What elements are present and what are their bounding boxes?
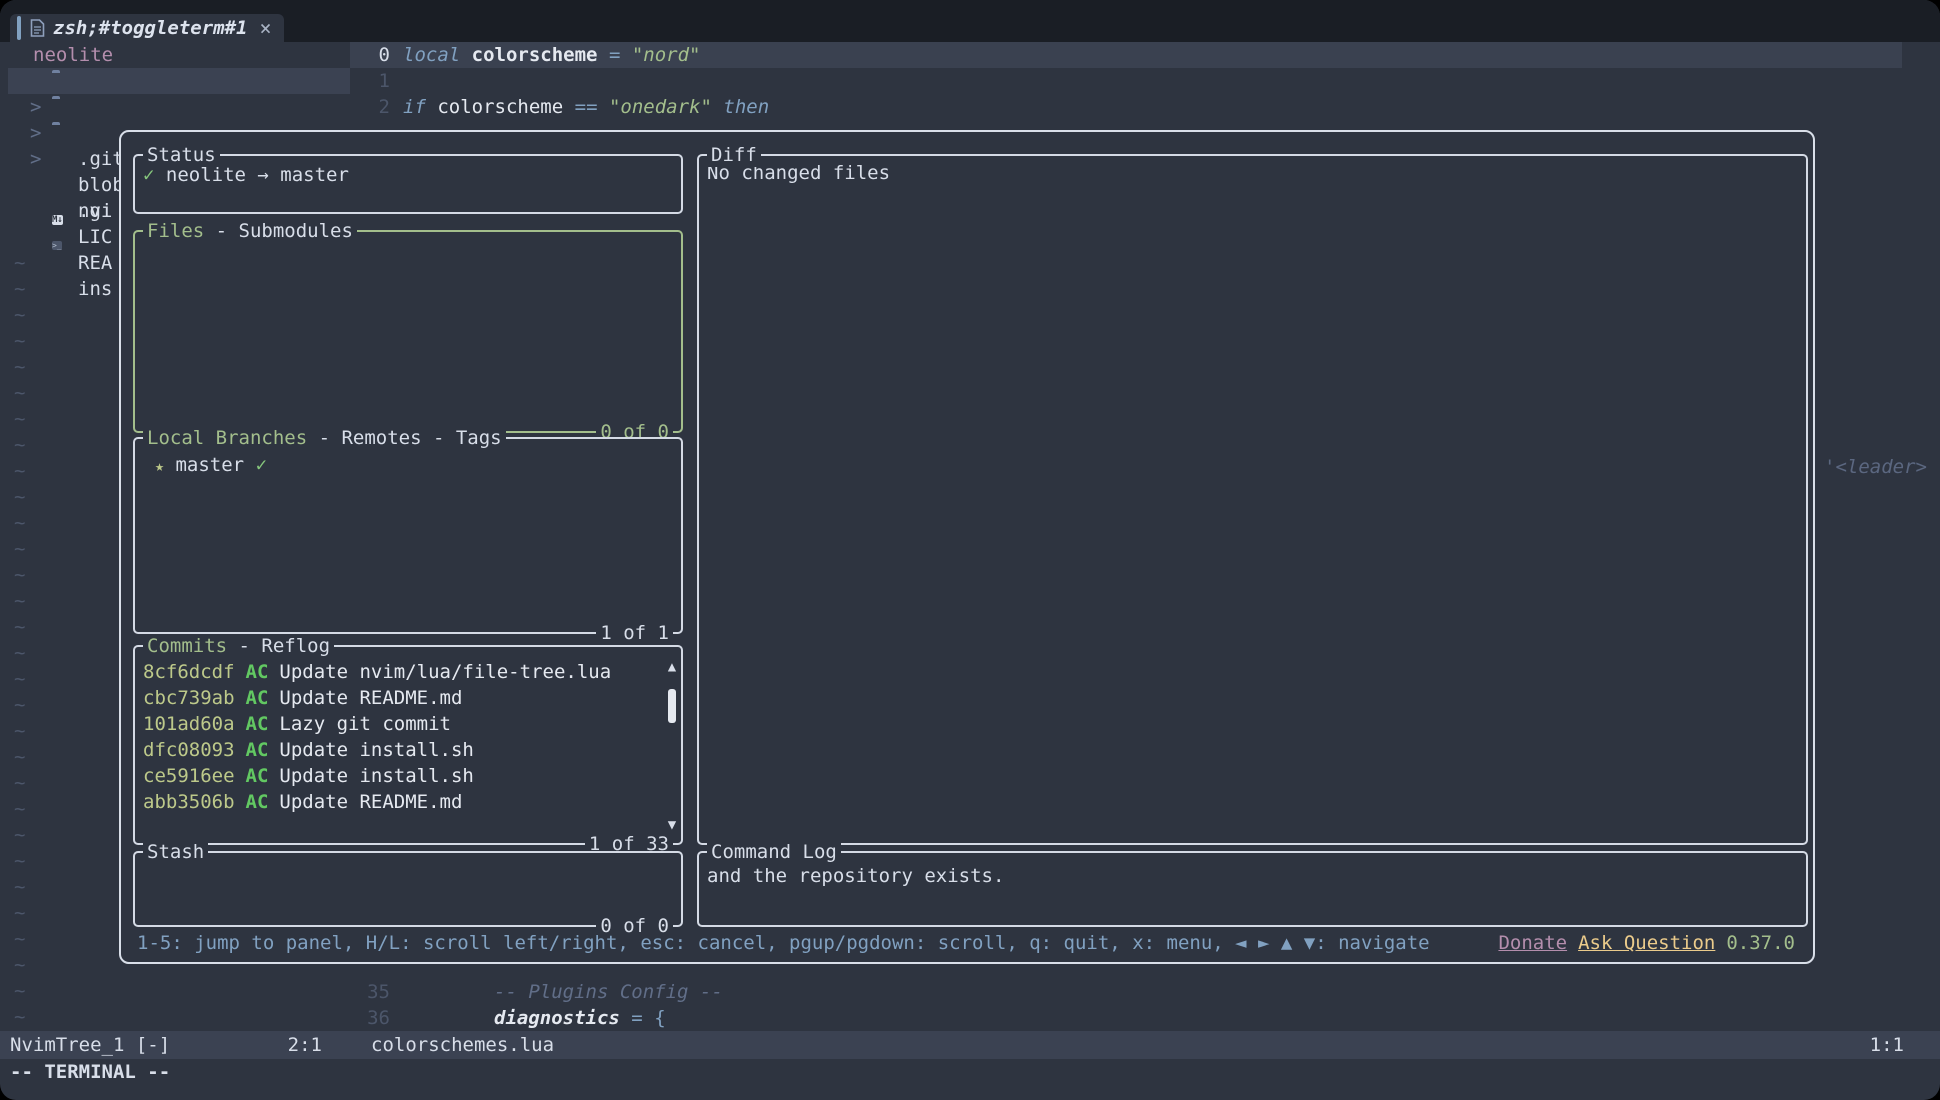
line-number: 1 bbox=[350, 68, 390, 94]
check-icon: ✓ bbox=[256, 454, 267, 476]
commit-row[interactable]: ce5916ee AC Update install.sh bbox=[135, 763, 681, 789]
file-icon bbox=[30, 19, 45, 37]
commit-message: Update README.md bbox=[279, 789, 462, 815]
commit-hash: abb3506b bbox=[143, 789, 235, 815]
commit-row[interactable]: dfc08093 AC Update install.sh bbox=[135, 737, 681, 763]
status-panel[interactable]: Status ✓ neolite → master bbox=[133, 154, 683, 214]
terminal-tab[interactable]: zsh;#toggleterm#1 × bbox=[10, 14, 284, 42]
diff-panel-title: Diff bbox=[711, 144, 757, 166]
statusline-tree-segment: NvimTree_1 [-] 2:1 bbox=[0, 1031, 350, 1059]
commit-row[interactable]: 8cf6dcdf AC Update nvim/lua/file-tree.lu… bbox=[135, 659, 681, 685]
editor-bottom-code: 35 -- Plugins Config -- 36 diagnostics =… bbox=[350, 979, 723, 1031]
commit-message: Update install.sh bbox=[279, 763, 473, 789]
reflog-tab[interactable]: - Reflog bbox=[227, 635, 330, 657]
ask-question-link[interactable]: Ask Question bbox=[1578, 930, 1715, 956]
donate-link[interactable]: Donate bbox=[1498, 930, 1567, 956]
commit-row[interactable]: cbc739ab AC Update README.md bbox=[135, 685, 681, 711]
diff-message: No changed files bbox=[699, 156, 1806, 186]
app-window: zsh;#toggleterm#1 × neolite > .git > blo… bbox=[0, 0, 1940, 1100]
terminal-script-icon: >_ bbox=[52, 229, 62, 255]
editor-cursor-position: 1:1 bbox=[1870, 1031, 1904, 1059]
file-name: colorschemes.lua bbox=[371, 1031, 554, 1059]
keypress-overlay: '<leader> bbox=[1824, 456, 1927, 478]
diff-panel[interactable]: Diff No changed files bbox=[697, 154, 1808, 845]
branches-count: 1 of 1 bbox=[596, 621, 673, 645]
tilde-column: ~~~~~~~~~~~~~~~~~~~~~~~~~~~~~~ bbox=[14, 250, 25, 1030]
tab-close-icon[interactable]: × bbox=[259, 16, 271, 40]
tab-title: zsh;#toggleterm#1 bbox=[53, 17, 247, 39]
commit-message: Lazy git commit bbox=[279, 711, 451, 737]
commit-message: Update install.sh bbox=[279, 737, 473, 763]
commits-panel[interactable]: Commits - Reflog 8cf6dcdf AC Update nvim… bbox=[133, 645, 683, 845]
commit-author-initials: AC bbox=[246, 789, 269, 815]
commit-message: Update nvim/lua/file-tree.lua bbox=[279, 659, 611, 685]
filetree-root: neolite bbox=[33, 42, 113, 68]
stash-panel[interactable]: Stash 0 of 0 bbox=[133, 851, 683, 927]
editor-top-code: 0 local colorscheme = "nord" 1 2 if colo… bbox=[350, 42, 769, 120]
code-line: 35 -- Plugins Config -- bbox=[350, 979, 723, 1005]
local-branches-tab[interactable]: Local Branches bbox=[147, 427, 307, 449]
scroll-up-icon[interactable]: ▲ bbox=[665, 659, 679, 675]
commit-row[interactable]: abb3506b AC Update README.md bbox=[135, 789, 681, 815]
commit-author-initials: AC bbox=[246, 737, 269, 763]
line-number: 35 bbox=[350, 979, 390, 1005]
files-tab[interactable]: Files bbox=[147, 220, 204, 242]
line-number: 36 bbox=[350, 1005, 390, 1031]
lazygit-window: Status ✓ neolite → master Files - Submod… bbox=[119, 130, 1815, 964]
remotes-tags-tabs[interactable]: - Remotes - Tags bbox=[307, 427, 501, 449]
tree-item-blob[interactable]: > blob bbox=[0, 94, 350, 120]
statusline: NvimTree_1 [-] 2:1 colorschemes.lua 1:1 bbox=[0, 1031, 1940, 1059]
keybinding-bar: 1-5: jump to panel, H/L: scroll left/rig… bbox=[137, 930, 1795, 956]
commit-author-initials: AC bbox=[246, 763, 269, 789]
tree-cursor-position: 2:1 bbox=[288, 1031, 322, 1059]
tree-item-label: ins bbox=[78, 276, 112, 302]
tree-item-label: REA bbox=[78, 250, 112, 276]
statusline-editor-segment: colorschemes.lua 1:1 bbox=[350, 1031, 1940, 1059]
commit-author-initials: AC bbox=[246, 711, 269, 737]
tab-accent-bar bbox=[17, 16, 21, 40]
line-number: 0 bbox=[350, 42, 390, 68]
scroll-down-icon[interactable]: ▼ bbox=[665, 817, 679, 833]
commits-tab[interactable]: Commits bbox=[147, 635, 227, 657]
commit-hash: 101ad60a bbox=[143, 711, 235, 737]
tabline: zsh;#toggleterm#1 × bbox=[0, 0, 1940, 42]
status-panel-title: Status bbox=[147, 144, 216, 166]
command-log-panel[interactable]: Command Log and the repository exists. bbox=[697, 851, 1808, 927]
command-log-title: Command Log bbox=[711, 841, 837, 863]
version-label: 0.37.0 bbox=[1726, 930, 1795, 956]
code-line: 36 diagnostics = { bbox=[350, 1005, 723, 1031]
current-branch-star-icon: ★ bbox=[155, 457, 164, 475]
submodules-tab[interactable]: - Submodules bbox=[204, 220, 353, 242]
branches-panel[interactable]: Local Branches - Remotes - Tags ★ master… bbox=[133, 437, 683, 634]
code-line: 2 if colorscheme == "onedark" then bbox=[350, 94, 769, 120]
tree-item-git[interactable]: > .git bbox=[0, 68, 350, 94]
files-panel[interactable]: Files - Submodules 0 of 0 bbox=[133, 230, 683, 433]
stash-panel-title: Stash bbox=[147, 841, 204, 863]
buffer-name: NvimTree_1 [-] bbox=[10, 1031, 170, 1059]
commit-author-initials: AC bbox=[246, 659, 269, 685]
command-log-message: and the repository exists. bbox=[699, 853, 1806, 889]
commit-row[interactable]: 101ad60a AC Lazy git commit bbox=[135, 711, 681, 737]
mode-indicator: -- TERMINAL -- bbox=[10, 1059, 170, 1085]
code-line: 0 local colorscheme = "nord" bbox=[350, 42, 769, 68]
commits-scrollbar[interactable]: ▲ ▼ bbox=[665, 659, 679, 833]
scrollbar-thumb[interactable] bbox=[668, 689, 676, 723]
check-icon: ✓ bbox=[143, 164, 154, 186]
line-number: 2 bbox=[350, 94, 390, 120]
commit-hash: 8cf6dcdf bbox=[143, 659, 235, 685]
code-line: 1 bbox=[350, 68, 769, 94]
commit-list: 8cf6dcdf AC Update nvim/lua/file-tree.lu… bbox=[135, 647, 681, 815]
keybinding-hints: 1-5: jump to panel, H/L: scroll left/rig… bbox=[137, 930, 1430, 956]
commit-author-initials: AC bbox=[246, 685, 269, 711]
commit-hash: cbc739ab bbox=[143, 685, 235, 711]
commit-message: Update README.md bbox=[279, 685, 462, 711]
commit-hash: ce5916ee bbox=[143, 763, 235, 789]
commit-hash: dfc08093 bbox=[143, 737, 235, 763]
